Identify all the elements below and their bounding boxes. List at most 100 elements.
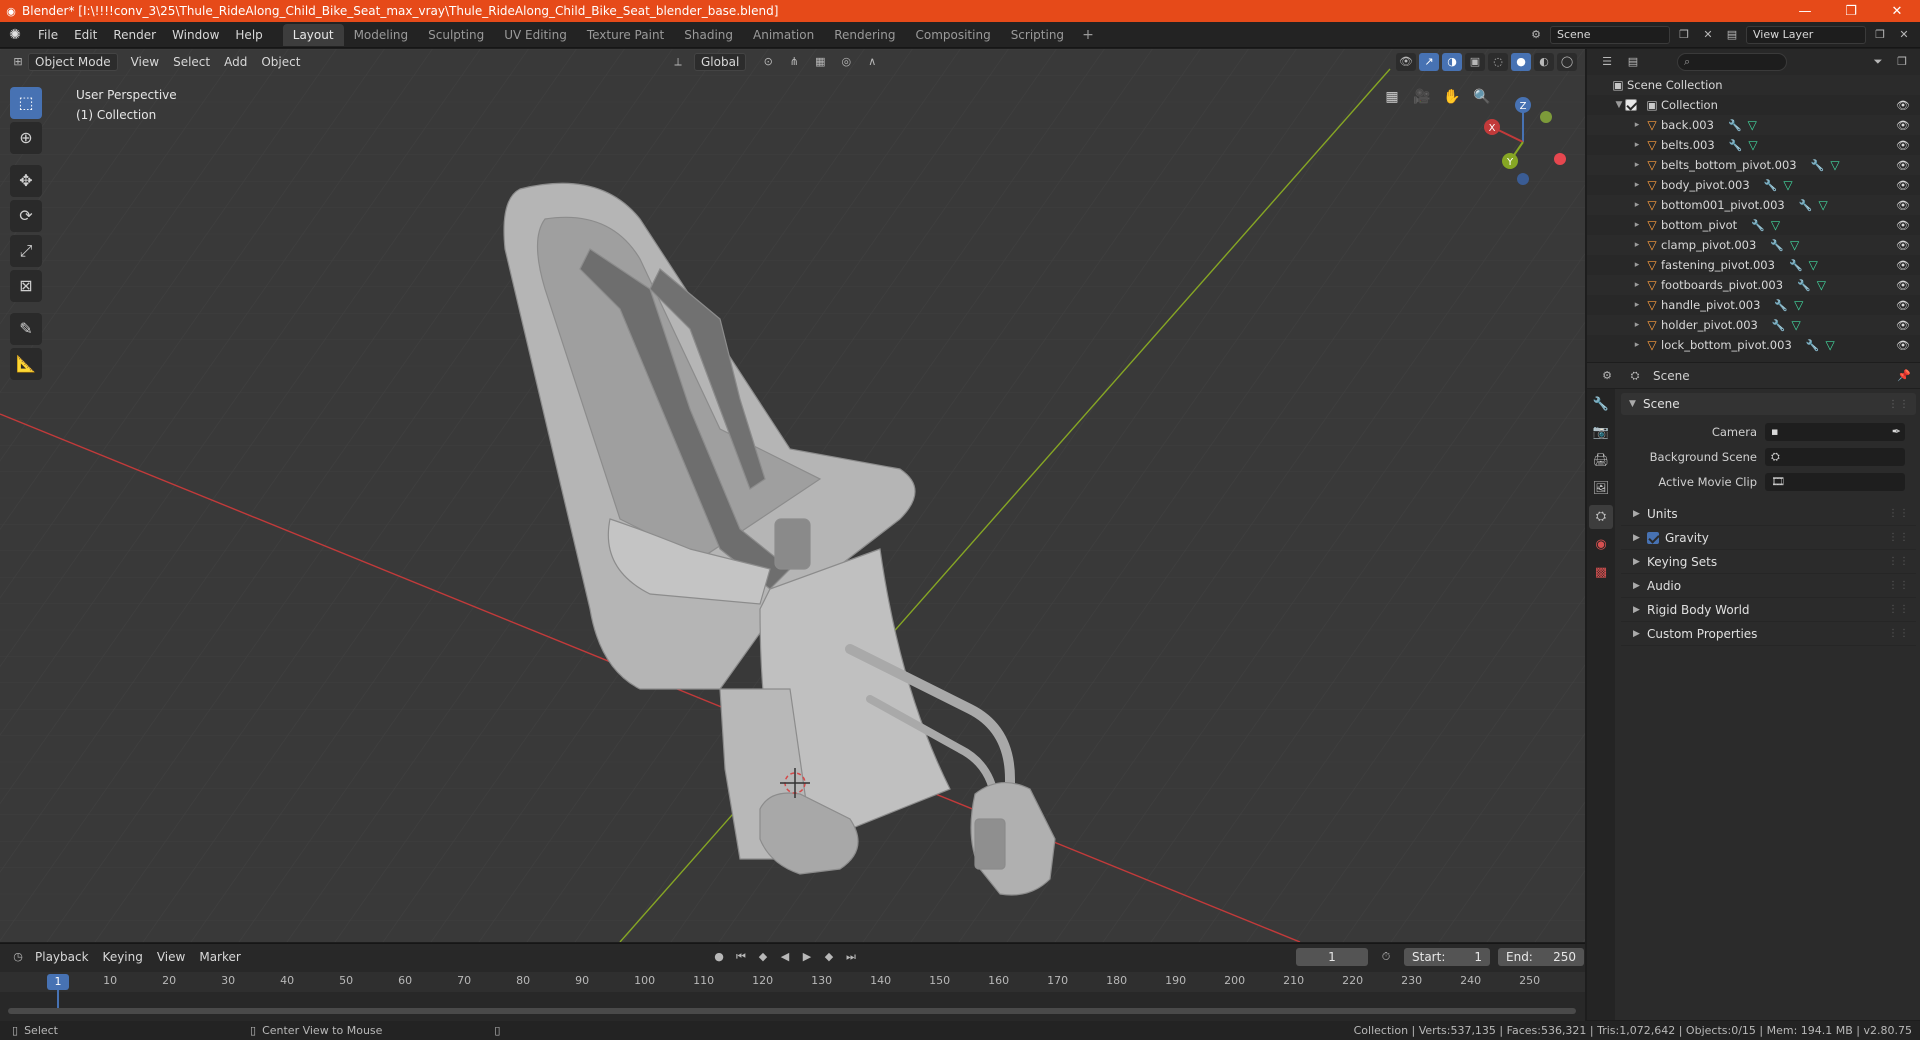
drag-handle-icon[interactable]: ⋮⋮ [1888,508,1910,519]
outliner-editor-type-icon[interactable]: ☰ [1597,53,1617,71]
move-tool-icon[interactable]: ✥ [10,165,42,197]
timeline-menu-marker[interactable]: Marker [192,950,247,964]
expand-arrow-icon[interactable]: ▸ [1631,300,1643,310]
drag-handle-icon[interactable]: ⋮⋮ [1888,628,1910,639]
modifier-wrench-icon[interactable]: 🔧 [1729,139,1743,152]
eye-icon[interactable]: 👁 [1896,239,1910,252]
transform-orientation-dropdown[interactable]: Global [694,53,747,71]
mesh-data-icon[interactable]: ▽ [1830,158,1839,172]
expand-arrow-icon[interactable]: ▸ [1631,180,1643,190]
eye-icon[interactable]: 👁 [1896,99,1910,112]
eye-icon[interactable]: 👁 [1896,319,1910,332]
timeline-editor-type-icon[interactable]: ◷ [8,948,28,966]
keying-sets-panel[interactable]: ▶ Keying Sets ⋮⋮ [1621,550,1916,574]
jump-end-icon[interactable]: ⏭ [842,948,860,966]
select-box-tool-icon[interactable]: ⬚ [10,87,42,119]
mesh-data-icon[interactable]: ▽ [1792,318,1801,332]
eye-icon[interactable]: 👁 [1896,179,1910,192]
gizmo-toggle-icon[interactable]: ↗ [1419,53,1439,71]
mesh-data-icon[interactable]: ▽ [1825,338,1834,352]
expand-arrow-icon[interactable]: ▸ [1631,240,1643,250]
add-workspace-icon[interactable]: + [1074,27,1102,43]
outliner-object-row[interactable]: ▸ ▽ belts_bottom_pivot.003 🔧 ▽ 👁 [1587,155,1920,175]
active-movie-clip-field[interactable]: 🎞 [1765,472,1905,491]
mesh-data-icon[interactable]: ▽ [1748,138,1757,152]
visibility-icon[interactable]: 👁 [1396,53,1416,71]
expand-arrow-icon[interactable]: ▸ [1631,220,1643,230]
drag-handle-icon[interactable]: ⋮⋮ [1888,604,1910,615]
mesh-data-icon[interactable]: ▽ [1783,178,1792,192]
scene-icon[interactable]: ⚙ [1526,26,1546,44]
expand-arrow-icon[interactable]: ▸ [1631,280,1643,290]
modifier-wrench-icon[interactable]: 🔧 [1751,219,1765,232]
mesh-data-icon[interactable]: ▽ [1748,118,1757,132]
mesh-data-icon[interactable]: ▽ [1809,258,1818,272]
modifier-wrench-icon[interactable]: 🔧 [1789,259,1803,272]
timeline-menu-keying[interactable]: Keying [96,950,150,964]
eye-icon[interactable]: 👁 [1896,139,1910,152]
pivot-point-icon[interactable]: ⊙ [758,53,778,71]
outliner-object-row[interactable]: ▸ ▽ body_pivot.003 🔧 ▽ 👁 [1587,175,1920,195]
viewport-menu-add[interactable]: Add [217,55,254,69]
outliner-object-row[interactable]: ▸ ▽ fastening_pivot.003 🔧 ▽ 👁 [1587,255,1920,275]
view-layer-field[interactable]: View Layer [1746,25,1866,44]
mesh-data-icon[interactable]: ▽ [1794,298,1803,312]
texture-tab-icon[interactable]: ▩ [1589,561,1613,585]
scene-panel-header[interactable]: ▼ Scene ⋮⋮ [1621,393,1916,415]
new-scene-icon[interactable]: ❐ [1674,26,1694,44]
background-scene-field[interactable]: ⛭ [1765,447,1905,466]
eye-icon[interactable]: 👁 [1896,339,1910,352]
mesh-data-icon[interactable]: ▽ [1818,198,1827,212]
camera-view-icon[interactable]: 🎥 [1410,85,1434,109]
expand-arrow-icon[interactable]: ▸ [1631,260,1643,270]
tab-modeling[interactable]: Modeling [344,24,419,46]
viewport-canvas[interactable] [0,49,1585,942]
view-layer-tab-icon[interactable]: 🖼 [1589,477,1613,501]
modifier-wrench-icon[interactable]: 🔧 [1799,199,1813,212]
new-view-layer-icon[interactable]: ❐ [1870,26,1890,44]
mesh-data-icon[interactable]: ▽ [1790,238,1799,252]
record-icon[interactable]: ● [710,948,728,966]
tool-tab-icon[interactable]: 🔧 [1589,393,1613,417]
toggle-grid-icon[interactable]: ▦ [1380,85,1404,109]
transform-tool-icon[interactable]: ⊠ [10,270,42,302]
stopwatch-icon[interactable]: ⏱ [1376,948,1396,966]
material-shading-icon[interactable]: ◐ [1534,53,1554,71]
filter-icon[interactable]: ⏷ [1868,53,1888,71]
frame-ruler[interactable]: 1 10 20 30 40 50 60 70 80 90 100 110 120 130 140 150 160… [0,972,1585,992]
3d-viewport[interactable]: ⊞ Object Mode View Select Add Object ⟂ G… [0,49,1585,942]
overlay-toggle-icon[interactable]: ◑ [1442,53,1462,71]
tab-layout[interactable]: Layout [282,23,344,46]
render-tab-icon[interactable]: 📷 [1589,421,1613,445]
expand-arrow-icon[interactable]: ▸ [1631,160,1643,170]
scale-tool-icon[interactable]: ⤢ [10,235,42,267]
mode-dropdown[interactable]: Object Mode [28,53,118,71]
proportional-edit-icon[interactable]: ◎ [836,53,856,71]
tab-scripting[interactable]: Scripting [1001,24,1074,46]
modifier-wrench-icon[interactable]: 🔧 [1811,159,1825,172]
outliner-object-row[interactable]: ▸ ▽ belts.003 🔧 ▽ 👁 [1587,135,1920,155]
editor-type-icon[interactable]: ⊞ [8,53,28,71]
collapse-arrow-icon[interactable]: ▼ [1613,100,1625,110]
menu-file[interactable]: File [30,22,66,48]
tab-compositing[interactable]: Compositing [905,24,1000,46]
play-reverse-icon[interactable]: ◀ [776,948,794,966]
camera-field[interactable]: ▪ ✒ [1765,422,1905,441]
modifier-wrench-icon[interactable]: 🔧 [1797,279,1811,292]
viewport-menu-object[interactable]: Object [254,55,307,69]
expand-arrow-icon[interactable]: ▸ [1631,120,1643,130]
mesh-data-icon[interactable]: ▽ [1771,218,1780,232]
timeline-menu-playback[interactable]: Playback [28,950,96,964]
collection-row[interactable]: ▼ ▣ Collection 👁 [1587,95,1920,115]
properties-editor-type-icon[interactable]: ⚙ [1597,367,1617,385]
new-collection-icon[interactable]: ❐ [1892,53,1912,71]
end-frame-field[interactable]: End: 250 [1498,948,1584,966]
timeline-scrollbar[interactable] [8,1008,1576,1014]
expand-arrow-icon[interactable]: ▸ [1631,140,1643,150]
solid-shading-icon[interactable]: ● [1511,53,1531,71]
gravity-panel[interactable]: ▶ Gravity ⋮⋮ [1621,526,1916,550]
rotate-tool-icon[interactable]: ⟳ [10,200,42,232]
wireframe-shading-icon[interactable]: ◌ [1488,53,1508,71]
rigid-body-world-panel[interactable]: ▶ Rigid Body World ⋮⋮ [1621,598,1916,622]
units-panel[interactable]: ▶ Units ⋮⋮ [1621,502,1916,526]
